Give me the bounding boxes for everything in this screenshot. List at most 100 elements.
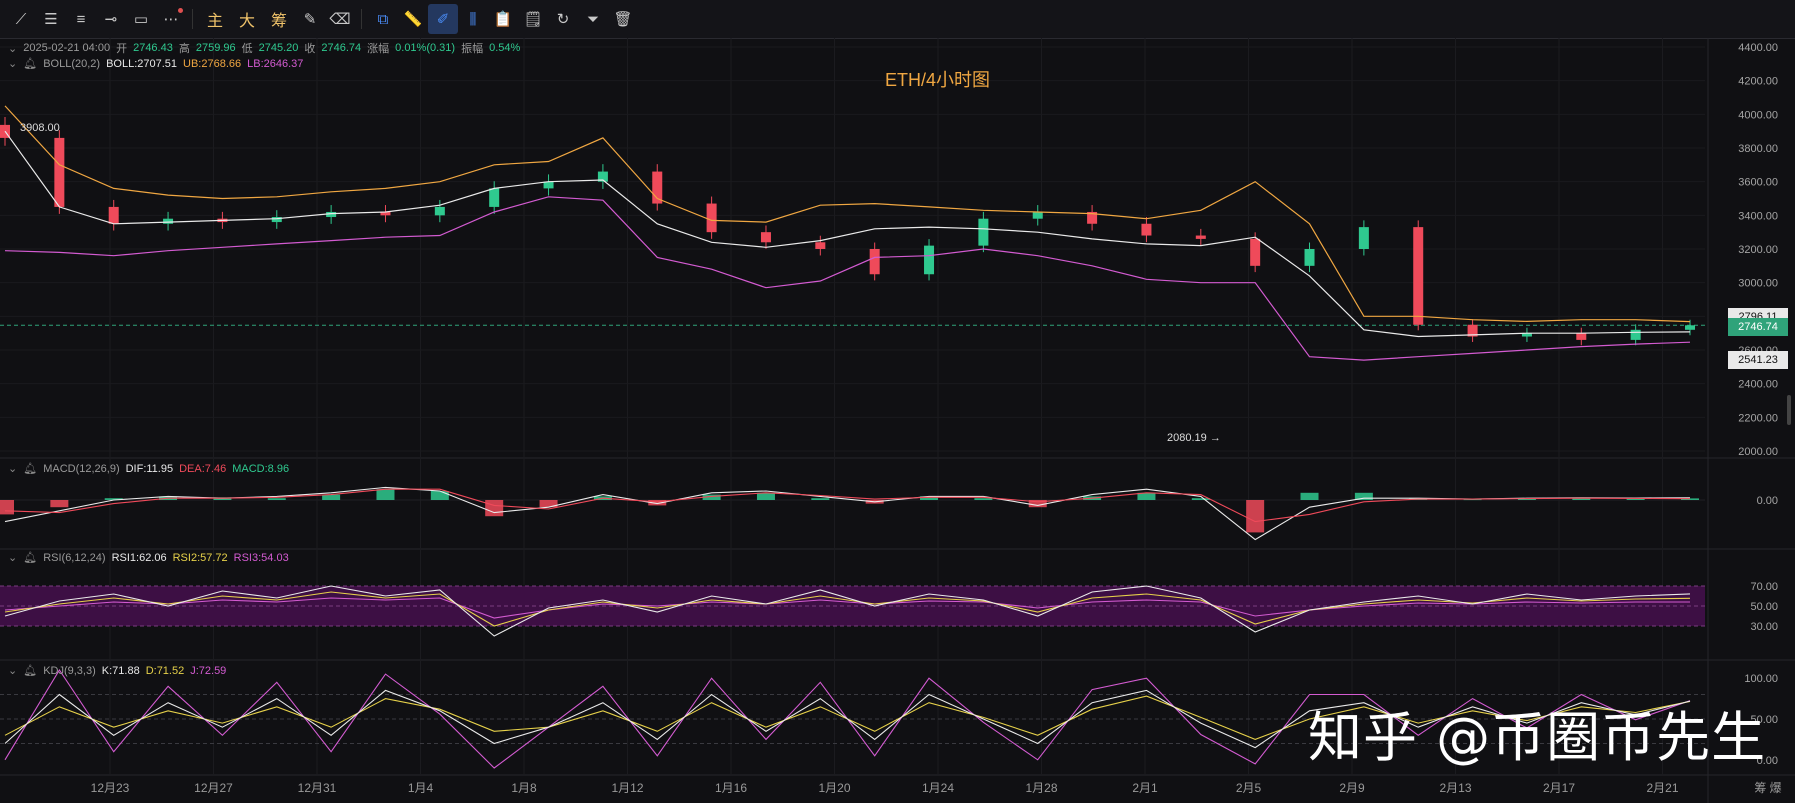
trash-tool[interactable]: 🗑	[608, 4, 638, 34]
kdj-tick-label: 100.00	[1744, 673, 1778, 685]
change-value: 0.01%(0.31)	[395, 42, 456, 54]
kdj-d: D:71.52	[145, 664, 185, 677]
rsi2-value: RSI2:57.72	[172, 551, 228, 564]
price-tick-label: 2400.00	[1738, 379, 1778, 391]
macd-histogram-bar	[811, 498, 830, 500]
clipboard-tool[interactable]: 📋	[488, 4, 518, 34]
date-tick-label: 12月31	[298, 781, 337, 795]
open-label: 开	[116, 43, 128, 55]
close-value: 2746.74	[321, 42, 362, 54]
axis-footer: 筹 爆	[1754, 781, 1781, 795]
amplitude-value: 0.54%	[489, 42, 521, 54]
lower-price-tag: 2541.23	[1728, 351, 1788, 369]
date-tick-label: 2月13	[1439, 781, 1471, 795]
cn-button-3[interactable]: 筹	[263, 4, 295, 34]
candle-body	[1032, 211, 1043, 219]
collapse-chevron-icon[interactable]: ⌄	[8, 551, 17, 564]
ohlc-legend: ⌄ 2025-02-21 04:00 开 2746.43 高 2759.96 低 27…	[8, 40, 520, 56]
vertical-scroll-handle[interactable]	[1787, 395, 1791, 425]
boll-upper-line	[4, 105, 1691, 323]
eraser-tool[interactable]: ⌫	[325, 4, 355, 34]
macd-histogram-bar	[485, 500, 504, 517]
candle-body	[1250, 238, 1261, 266]
macd-dea: DEA:7.46	[179, 462, 227, 475]
brush-tool[interactable]: ✎	[295, 4, 325, 34]
high-value: 2759.96	[195, 42, 236, 54]
collapse-chevron-icon[interactable]: ⌄	[8, 57, 17, 70]
macd-histogram-bar	[0, 500, 14, 515]
candle-body	[1304, 249, 1315, 266]
candle-body	[924, 245, 935, 275]
macd-histogram-bar	[756, 492, 775, 500]
boll-ub: UB:2768.66	[183, 57, 242, 70]
boll-mid-line	[4, 130, 1691, 338]
open-value: 2746.43	[133, 42, 173, 54]
candle-body	[869, 249, 880, 275]
bell-icon[interactable]: 🔔︎	[23, 551, 37, 564]
date-tick-label: 2月5	[1236, 781, 1262, 795]
price-tick-label: 3000.00	[1738, 278, 1778, 290]
filter-tool[interactable]: ⏷	[578, 4, 608, 34]
rsi-tick-label: 70.00	[1750, 581, 1778, 593]
candle-body	[108, 206, 119, 224]
kdj-j: J:72.59	[190, 664, 227, 677]
date-tick-label: 12月27	[194, 781, 233, 795]
boll-lb: LB:2646.37	[247, 57, 304, 70]
pen-tool[interactable]: ✐	[428, 4, 458, 34]
date-tick-label: 1月16	[715, 781, 747, 795]
ohlc-datetime: 2025-02-21 04:00	[23, 42, 111, 54]
macd-histogram-bar	[50, 500, 69, 508]
more-tools[interactable]: ⋯	[156, 4, 186, 34]
macd-histogram-bar	[1191, 498, 1210, 500]
chart-title: ETH/4小时图	[885, 70, 991, 90]
close-label: 收	[304, 43, 316, 55]
macd-legend: ⌄ 🔔︎ MACD(12,26,9) DIF:11.95 DEA:7.46 MA…	[8, 462, 289, 476]
ruler-tool[interactable]: 📏	[398, 4, 428, 34]
date-tick-label: 2月17	[1543, 781, 1575, 795]
collapse-chevron-icon[interactable]: ⌄	[8, 462, 17, 475]
cn-button-1[interactable]: 主	[199, 4, 231, 34]
rectangle-tool[interactable]: ▭	[126, 4, 156, 34]
trend-line-tool[interactable]: ⟋	[6, 4, 36, 34]
kdj-label: KDJ(9,3,3)	[43, 664, 96, 677]
price-tick-label: 3600.00	[1738, 177, 1778, 189]
macd-histogram-bar	[376, 489, 395, 500]
candle-body	[1358, 227, 1369, 249]
date-tick-label: 1月24	[922, 781, 954, 795]
bell-icon[interactable]: 🔔︎	[23, 664, 37, 677]
drawing-toolbar: ⟋ ☰ ≡ ⊸ ▭ ⋯ 主大筹 ✎ ⌫ ⧉ 📏 ✐ ⫼ 📋 🗒 ↻ ⏷ 🗑	[0, 0, 1795, 39]
price-tick-label: 2200.00	[1738, 412, 1778, 424]
date-tick-label: 1月12	[611, 781, 643, 795]
kdj-k: K:71.88	[101, 664, 140, 677]
macd-histogram-bar	[430, 491, 449, 500]
high-annotation: 3908.00	[20, 122, 60, 134]
price-tick-label: 4200.00	[1738, 76, 1778, 88]
replay-tool[interactable]: ↻	[548, 4, 578, 34]
rsi3-value: RSI3:54.03	[233, 551, 289, 564]
bell-icon[interactable]: 🔔︎	[23, 57, 37, 70]
date-tick-label: 2月1	[1132, 781, 1158, 795]
parallel-lines-tool[interactable]: ≡	[66, 4, 96, 34]
macd-histogram-bar	[1300, 492, 1319, 500]
rsi-tick-label: 30.00	[1750, 621, 1778, 633]
collapse-chevron-icon[interactable]: ⌄	[8, 42, 17, 55]
date-tick-label: 2月21	[1646, 781, 1678, 795]
candle-body	[1195, 235, 1206, 239]
date-tick-label: 1月28	[1025, 781, 1057, 795]
current-price-tag: 2746.74	[1728, 318, 1788, 336]
bell-icon[interactable]: 🔔︎	[23, 462, 37, 475]
chart-canvas[interactable]: 12月23 12月27 12月31 1月4 1月8 1月12 1月16 1月20 1月24 1月2…	[0, 38, 1795, 803]
horizontal-ray-tool[interactable]: ⊸	[96, 4, 126, 34]
candles-tool[interactable]: ⫼	[458, 4, 488, 34]
date-tick-label: 1月20	[818, 781, 850, 795]
note-tool[interactable]: 🗒	[518, 4, 548, 34]
horizontal-lines-tool[interactable]: ☰	[36, 4, 66, 34]
candle-body	[54, 137, 65, 207]
cn-button-2[interactable]: 大	[231, 4, 263, 34]
rsi-label: RSI(6,12,24)	[43, 551, 106, 564]
collapse-chevron-icon[interactable]: ⌄	[8, 664, 17, 677]
toolbar-separator	[361, 9, 362, 29]
rsi1-value: RSI1:62.06	[111, 551, 167, 564]
candle-body	[1141, 223, 1152, 236]
copy-tool[interactable]: ⧉	[368, 4, 398, 34]
